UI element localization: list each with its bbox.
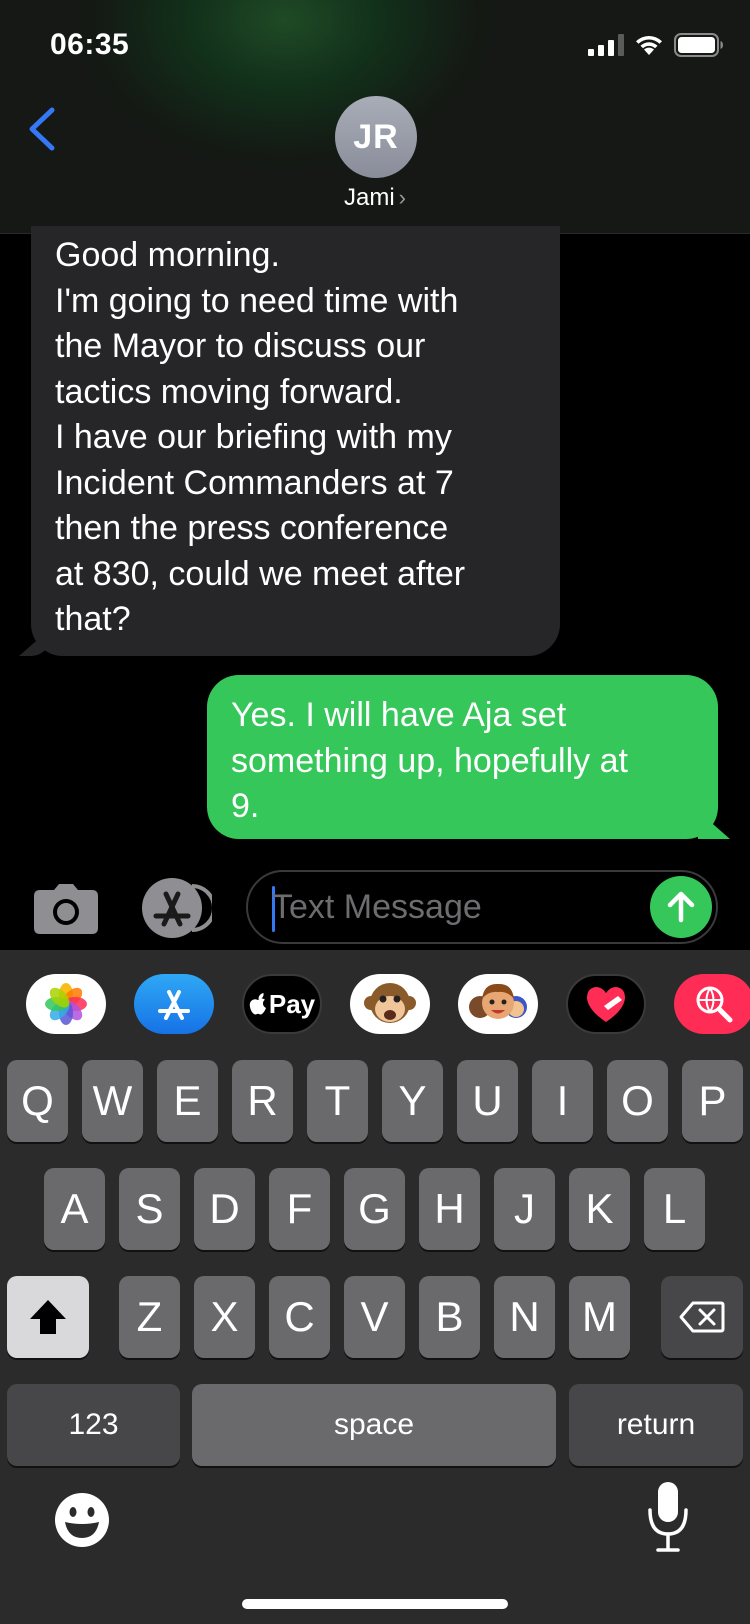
- key-g[interactable]: G: [344, 1168, 405, 1250]
- key-e[interactable]: E: [157, 1060, 218, 1142]
- conversation-header: 06:35 JR Jami ›: [0, 0, 750, 234]
- send-button[interactable]: [650, 876, 712, 938]
- back-chevron-icon[interactable]: [22, 104, 62, 154]
- contact-avatar[interactable]: JR: [335, 96, 417, 178]
- key-o[interactable]: O: [607, 1060, 668, 1142]
- contact-name-button[interactable]: Jami ›: [0, 184, 750, 212]
- key-y[interactable]: Y: [382, 1060, 443, 1142]
- chevron-right-icon: ›: [398, 185, 406, 210]
- key-r[interactable]: R: [232, 1060, 293, 1142]
- contact-name: Jami: [344, 184, 395, 211]
- shift-key[interactable]: [7, 1276, 89, 1358]
- backspace-icon: [679, 1301, 725, 1333]
- key-l[interactable]: L: [644, 1168, 705, 1250]
- camera-icon[interactable]: [34, 884, 98, 934]
- arrow-up-icon: [667, 891, 695, 923]
- key-n[interactable]: N: [494, 1276, 555, 1358]
- key-k[interactable]: K: [569, 1168, 630, 1250]
- heart-icon: [587, 987, 625, 1022]
- app-store-icon[interactable]: [134, 974, 214, 1034]
- sent-message-bubble[interactable]: Yes. I will have Aja set something up, h…: [207, 675, 718, 839]
- message-text: Good morning. I'm going to need time wit…: [55, 236, 466, 638]
- app-store-a-icon: [158, 990, 190, 1020]
- apple-logo-icon: [249, 993, 266, 1015]
- key-a[interactable]: A: [44, 1168, 105, 1250]
- shift-arrow-icon: [30, 1300, 66, 1334]
- memoji-faces-icon: [469, 983, 527, 1019]
- key-q[interactable]: Q: [7, 1060, 68, 1142]
- key-x[interactable]: X: [194, 1276, 255, 1358]
- key-i[interactable]: I: [532, 1060, 593, 1142]
- key-m[interactable]: M: [569, 1276, 630, 1358]
- image-search-icon[interactable]: [674, 974, 750, 1034]
- message-text: Yes. I will have Aja set something up, h…: [231, 696, 628, 825]
- key-v[interactable]: V: [344, 1276, 405, 1358]
- photos-flower-icon: [45, 983, 87, 1025]
- key-c[interactable]: C: [269, 1276, 330, 1358]
- key-f[interactable]: F: [269, 1168, 330, 1250]
- return-key[interactable]: return: [569, 1384, 743, 1466]
- space-key[interactable]: space: [192, 1384, 556, 1466]
- delete-key[interactable]: [661, 1276, 743, 1358]
- key-u[interactable]: U: [457, 1060, 518, 1142]
- key-b[interactable]: B: [419, 1276, 480, 1358]
- key-t[interactable]: T: [307, 1060, 368, 1142]
- key-s[interactable]: S: [119, 1168, 180, 1250]
- app-store-button-icon[interactable]: [140, 878, 212, 938]
- wifi-icon: [636, 35, 662, 55]
- memoji-icon[interactable]: [458, 974, 538, 1034]
- cellular-signal-icon: [588, 34, 624, 56]
- message-input[interactable]: [272, 882, 632, 932]
- key-d[interactable]: D: [194, 1168, 255, 1250]
- key-p[interactable]: P: [682, 1060, 743, 1142]
- globe-search-icon: [696, 986, 733, 1023]
- status-icons: [588, 32, 724, 58]
- animoji-monkey-icon[interactable]: [350, 974, 430, 1034]
- microphone-icon[interactable]: [646, 1480, 690, 1560]
- emoji-keyboard-icon[interactable]: [52, 1490, 112, 1550]
- imessage-app-strip: Pay: [0, 974, 750, 1034]
- avatar-initials: JR: [353, 117, 399, 156]
- battery-icon: [674, 33, 723, 57]
- monkey-face-icon: [364, 983, 416, 1023]
- key-h[interactable]: H: [419, 1168, 480, 1250]
- digital-touch-icon[interactable]: [566, 974, 646, 1034]
- keyboard: Pay Q W E R T Y U I O P A S D F G H J K …: [0, 950, 750, 1624]
- numbers-key[interactable]: 123: [7, 1384, 180, 1466]
- photos-app-icon[interactable]: [26, 974, 106, 1034]
- received-message-bubble[interactable]: Good morning. I'm going to need time wit…: [31, 226, 560, 656]
- apple-pay-icon[interactable]: Pay: [242, 974, 322, 1034]
- status-time: 06:35: [50, 28, 130, 61]
- apple-pay-label: Pay: [268, 988, 316, 1019]
- message-input-field[interactable]: [246, 870, 718, 944]
- key-z[interactable]: Z: [119, 1276, 180, 1358]
- home-indicator[interactable]: [242, 1599, 508, 1609]
- key-j[interactable]: J: [494, 1168, 555, 1250]
- key-w[interactable]: W: [82, 1060, 143, 1142]
